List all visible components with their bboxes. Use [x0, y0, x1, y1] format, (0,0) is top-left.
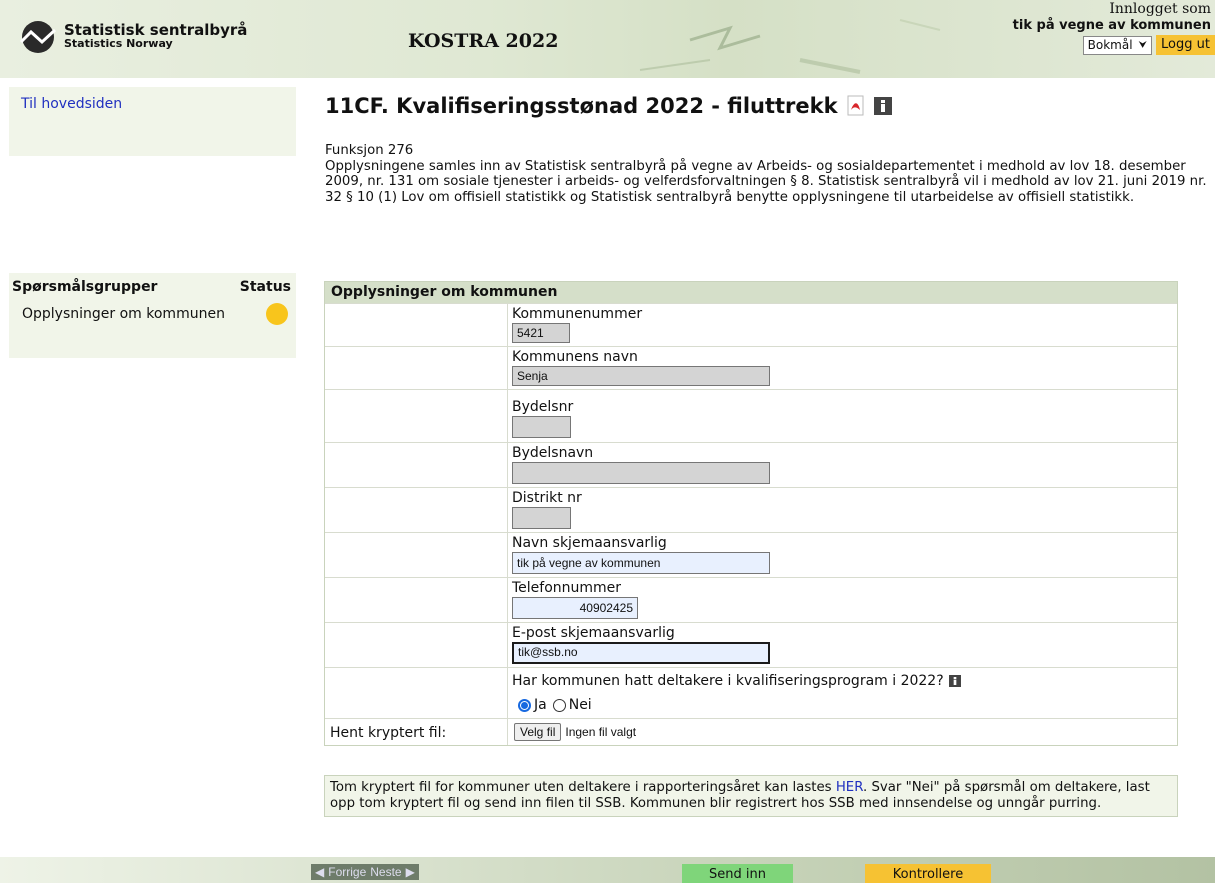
distrikt-nr-field[interactable]: [512, 507, 571, 529]
form-row: Telefonnummer 40902425: [325, 577, 1177, 622]
left-nav: Til hovedsiden: [9, 87, 296, 156]
language-value: Bokmål: [1087, 38, 1133, 52]
telefonnummer-field[interactable]: 40902425: [512, 597, 638, 619]
banner-decoration: [639, 19, 941, 74]
user-name: tik på vegne av kommunen: [1012, 18, 1211, 33]
file-row-label: Hent kryptert fil:: [325, 719, 508, 745]
row-label-cell: [325, 578, 508, 622]
form-row: Navn skjemaansvarlig tik på vegne av kom…: [325, 532, 1177, 577]
previous-button[interactable]: Forrige: [326, 865, 368, 879]
row-label-cell: [325, 304, 508, 346]
chevron-right-icon[interactable]: ▶: [404, 865, 417, 879]
form-row: Har kommunen hatt deltakere i kvalifiser…: [325, 667, 1177, 718]
form-row: E-post skjemaansvarlig tik@ssb.no: [325, 622, 1177, 667]
status-dot-icon: [266, 303, 288, 325]
navn-skjemaansvarlig-field[interactable]: tik på vegne av kommunen: [512, 552, 770, 574]
pager: ◀ Forrige Neste ▶: [311, 864, 419, 880]
ssb-logo[interactable]: Statistisk sentralbyrå Statistics Norway: [18, 20, 247, 54]
kommunens-navn-label: Kommunens navn: [512, 349, 638, 365]
question-group-label: Opplysninger om kommunen: [22, 306, 225, 322]
language-select[interactable]: Bokmål ⮟: [1082, 35, 1153, 55]
bottom-bar: [0, 857, 1215, 883]
file-status: Ingen fil valgt: [565, 725, 637, 739]
info-icon[interactable]: [948, 675, 961, 687]
status-header: Status: [239, 279, 291, 295]
row-label-cell: [325, 488, 508, 532]
choose-file-button[interactable]: Velg fil: [514, 723, 562, 741]
empty-file-link[interactable]: HER: [836, 780, 863, 795]
row-label-cell: [325, 347, 508, 389]
row-label-cell: [325, 443, 508, 487]
intro-paragraph: Opplysningene samles inn av Statistisk s…: [325, 158, 1207, 205]
question-group-item[interactable]: Opplysninger om kommunen: [9, 295, 296, 325]
participants-question-label: Har kommunen hatt deltakere i kvalifiser…: [512, 673, 944, 689]
form-section-title: Opplysninger om kommunen: [325, 282, 1177, 303]
bydelsnavn-label: Bydelsnavn: [512, 445, 594, 461]
question-groups-header: Spørsmålsgrupper: [12, 279, 158, 295]
row-label-cell: [325, 390, 508, 442]
form-row: Bydelsnavn: [325, 442, 1177, 487]
form-section: Opplysninger om kommunen Kommunenummer 5…: [324, 281, 1178, 746]
bydelsnavn-field[interactable]: [512, 462, 770, 484]
pdf-icon[interactable]: [846, 95, 866, 117]
row-label-cell: [325, 623, 508, 667]
home-link[interactable]: Til hovedsiden: [9, 87, 296, 112]
logout-button[interactable]: Logg ut: [1156, 35, 1215, 55]
question-groups-panel: Spørsmålsgrupper Status Opplysninger om …: [9, 273, 296, 358]
function-line: Funksjon 276: [325, 143, 414, 158]
ssb-logo-icon: [19, 21, 57, 53]
info-note: Tom kryptert fil for kommuner uten delta…: [324, 775, 1178, 817]
check-button[interactable]: Kontrollere: [865, 864, 991, 883]
epost-label: E-post skjemaansvarlig: [512, 625, 675, 641]
send-button[interactable]: Send inn: [682, 864, 793, 883]
page-title: 11CF. Kvalifiseringsstønad 2022 - filutt…: [325, 94, 892, 118]
kommunenummer-label: Kommunenummer: [512, 306, 643, 322]
page-title-text: 11CF. Kvalifiseringsstønad 2022 - filutt…: [325, 94, 838, 118]
bydelsnr-label: Bydelsnr: [512, 399, 574, 415]
form-row: Kommunens navn Senja: [325, 346, 1177, 389]
radio-nei[interactable]: [552, 698, 566, 712]
logo-name: Statistisk sentralbyrå: [64, 21, 248, 39]
chevron-down-icon: ⮟: [1138, 39, 1148, 51]
note-text-before: Tom kryptert fil for kommuner uten delta…: [330, 780, 836, 795]
app-title: KOSTRA 2022: [408, 30, 559, 52]
row-label-cell: [325, 533, 508, 577]
telefonnummer-label: Telefonnummer: [512, 580, 622, 596]
user-box: Innlogget som tik på vegne av kommunen B…: [1013, 0, 1215, 55]
intro-text-block: Funksjon 276 Opplysningene samles inn av…: [325, 143, 1215, 205]
header-banner: Statistisk sentralbyrå Statistics Norway…: [0, 0, 1215, 78]
chevron-left-icon[interactable]: ◀: [313, 865, 326, 879]
epost-field[interactable]: tik@ssb.no: [512, 642, 770, 664]
info-icon[interactable]: [873, 97, 892, 115]
logged-in-label: Innlogget som: [1109, 1, 1211, 17]
radio-nei-label: Nei: [568, 697, 592, 713]
next-button[interactable]: Neste: [368, 865, 403, 879]
form-row: Hent kryptert fil: Velg fil Ingen fil va…: [325, 718, 1177, 745]
form-row: Distrikt nr: [325, 487, 1177, 532]
kommunenummer-field[interactable]: 5421: [512, 323, 570, 343]
radio-ja[interactable]: [518, 698, 531, 712]
form-row: Kommunenummer 5421: [325, 303, 1177, 346]
row-label-cell: [325, 668, 508, 718]
navn-skjemaansvarlig-label: Navn skjemaansvarlig: [512, 535, 667, 551]
form-row: Bydelsnr: [325, 389, 1177, 442]
kommunens-navn-field[interactable]: Senja: [512, 366, 770, 386]
radio-ja-label: Ja: [534, 697, 547, 713]
bydelsnr-field[interactable]: [512, 416, 571, 438]
distrikt-nr-label: Distrikt nr: [512, 490, 582, 506]
